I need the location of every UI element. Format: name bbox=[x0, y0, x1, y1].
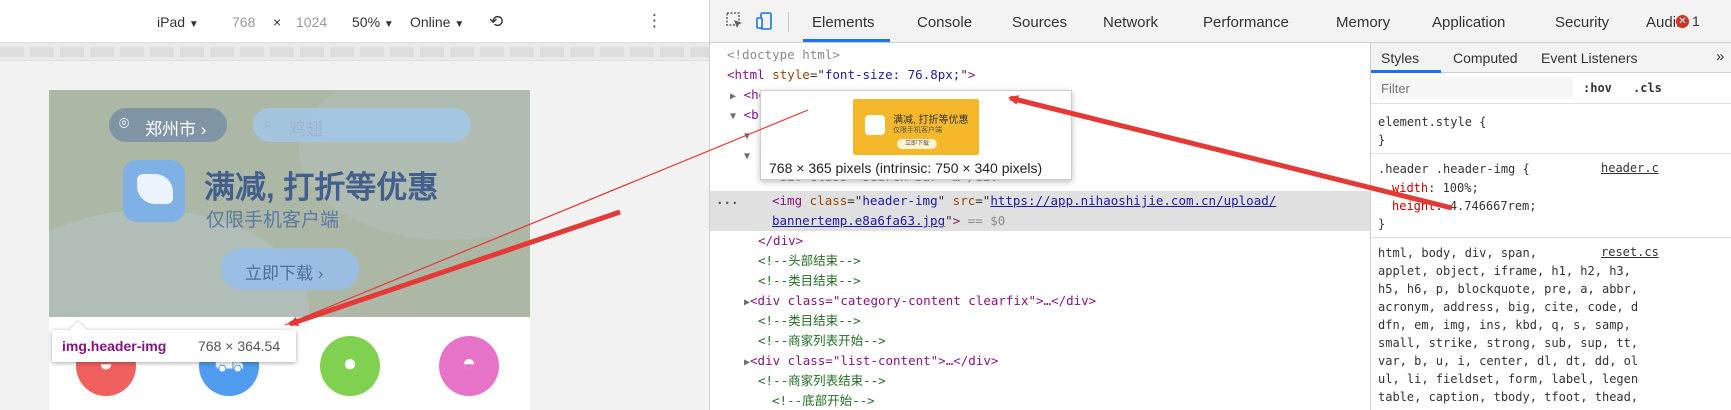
tab-security[interactable]: Security bbox=[1555, 14, 1609, 31]
more-options-icon[interactable]: ⋮ bbox=[646, 11, 663, 31]
comment-node[interactable]: <!--底部开始--> bbox=[772, 391, 875, 410]
banner-subtitle: 仅限手机客户端 bbox=[206, 210, 340, 231]
error-count-badge[interactable]: ✕ 1 bbox=[1676, 13, 1700, 31]
header-css-source-link[interactable]: header.c bbox=[1601, 161, 1659, 175]
reset-selector-line: html, body, div, span, bbox=[1378, 246, 1537, 260]
inspect-element-icon[interactable] bbox=[726, 12, 744, 30]
img-src-link[interactable]: bannertemp.e8a6fa63.jpg bbox=[772, 213, 945, 228]
tab-console[interactable]: Console bbox=[917, 14, 972, 31]
reset-selector-line: dfn, em, img, ins, kbd, q, s, samp, bbox=[1378, 318, 1631, 332]
header-img-selector[interactable]: .header .header-img { bbox=[1378, 160, 1530, 178]
comment-node[interactable]: <!--类目结束--> bbox=[758, 271, 861, 291]
tab-elements[interactable]: Elements bbox=[812, 14, 875, 31]
error-icon: ✕ bbox=[1676, 15, 1689, 28]
class-toggle[interactable]: .cls bbox=[1633, 81, 1662, 95]
preview-thumbnail: 满减, 打折等优惠 仅限手机客户端 立即下载 bbox=[853, 99, 979, 155]
div-close[interactable]: </div> bbox=[758, 231, 803, 251]
more-tabs-icon[interactable]: » bbox=[1716, 48, 1724, 65]
width-declaration[interactable]: width: 100%; bbox=[1392, 179, 1479, 197]
filter-row: :hov .cls bbox=[1371, 73, 1731, 104]
element-size-tooltip: img.header-img 768 × 364.54 bbox=[52, 321, 296, 362]
tab-application[interactable]: Application bbox=[1432, 14, 1505, 31]
throttle-select[interactable]: Online ▼ bbox=[410, 14, 464, 30]
devtools-tabbar: Elements Console Sources Network Perform… bbox=[710, 0, 1731, 43]
chevron-down-icon: ▼ bbox=[188, 19, 199, 30]
chevron-down-icon: ▼ bbox=[383, 19, 394, 30]
doctype-line: <!doctype html> bbox=[727, 47, 840, 62]
rotate-icon[interactable]: ⟲ bbox=[489, 12, 503, 32]
location-pin-icon: ⌾ bbox=[119, 114, 130, 133]
apple-icon: ● bbox=[342, 350, 358, 377]
chevron-down-icon: ▼ bbox=[454, 19, 465, 30]
city-selector[interactable]: ⌾ 郑州市 › bbox=[109, 108, 227, 142]
app-logo-icon bbox=[123, 160, 185, 222]
devtools-window: Elements Console Sources Network Perform… bbox=[710, 0, 1731, 410]
category-icon-fruit[interactable]: ● bbox=[320, 336, 380, 396]
banner-title: 满减, 打折等优惠 bbox=[204, 170, 439, 205]
img-src-link[interactable]: https://app.nihaoshijie.com.cn/upload/ bbox=[990, 193, 1276, 208]
comment-node[interactable]: <!--商家列表结束--> bbox=[758, 371, 886, 391]
height-input[interactable]: 1024 bbox=[296, 14, 327, 30]
reset-selector-line: small, strike, strong, sub, sup, tt, bbox=[1378, 336, 1639, 350]
search-placeholder: 鸡翅 bbox=[289, 120, 323, 139]
search-icon: ⌕ bbox=[263, 114, 273, 133]
reset-selector-line: var, b, u, i, center, dl, dt, dd, ol bbox=[1378, 354, 1639, 368]
search-bar[interactable]: ⌕ 鸡翅 bbox=[253, 108, 471, 142]
reset-selector-line: h5, h6, p, blockquote, pre, a, abbr, bbox=[1378, 282, 1639, 296]
image-preview-popover: 满减, 打折等优惠 仅限手机客户端 立即下载 768 × 365 pixels … bbox=[760, 90, 1072, 180]
device-toggle-icon[interactable] bbox=[756, 12, 774, 30]
tab-event-listeners[interactable]: Event Listeners bbox=[1541, 50, 1638, 66]
list-content-node[interactable]: ▶<div class="list-content">…</div> bbox=[744, 351, 998, 371]
tree-toggle[interactable]: ▼ bbox=[744, 125, 750, 145]
tab-computed[interactable]: Computed bbox=[1453, 50, 1518, 66]
tab-styles[interactable]: Styles bbox=[1381, 50, 1419, 66]
comment-node[interactable]: <!--头部结束--> bbox=[758, 251, 861, 271]
styles-sidebar: Styles Computed Event Listeners » :hov .… bbox=[1370, 43, 1731, 410]
comment-node[interactable]: <!--类目结束--> bbox=[758, 311, 861, 331]
height-declaration[interactable]: height: 4.746667rem; bbox=[1392, 197, 1537, 215]
html-node[interactable]: <html style="font-size: 76.8px;"> bbox=[727, 65, 975, 85]
tree-toggle[interactable]: ▼ bbox=[744, 145, 750, 165]
width-input[interactable]: 768 bbox=[232, 14, 255, 30]
tab-network[interactable]: Network bbox=[1103, 14, 1158, 31]
element-style-rule[interactable]: element.style { bbox=[1378, 113, 1486, 131]
media-query-ruler[interactable] bbox=[0, 43, 709, 61]
times-sign: × bbox=[273, 14, 282, 30]
comment-node[interactable]: <!--商家列表开始--> bbox=[758, 331, 886, 351]
node-actions-icon[interactable]: ··· bbox=[716, 195, 739, 210]
reset-css-source-link[interactable]: reset.cs bbox=[1601, 245, 1659, 259]
reset-selector-line: ul, li, fieldset, form, label, legen bbox=[1378, 372, 1639, 386]
reset-selector-line: acronym, address, big, cite, code, d bbox=[1378, 300, 1639, 314]
tab-sources[interactable]: Sources bbox=[1012, 14, 1067, 31]
cup-icon: ◓ bbox=[461, 350, 477, 377]
zoom-select[interactable]: 50% ▼ bbox=[352, 14, 394, 30]
tab-performance[interactable]: Performance bbox=[1203, 14, 1289, 31]
tab-memory[interactable]: Memory bbox=[1336, 14, 1390, 31]
device-viewport: ⌾ 郑州市 › ⌕ 鸡翅 满减, 打折等优惠 仅限手机客户端 立即下载 › ◒ … bbox=[49, 90, 530, 410]
reset-selector-line: table, caption, tbody, tfoot, thead, bbox=[1378, 390, 1639, 404]
hover-state-toggle[interactable]: :hov bbox=[1583, 81, 1612, 95]
reset-selector-line: applet, object, iframe, h1, h2, h3, bbox=[1378, 264, 1631, 278]
device-toolbar: iPad ▼ 768 × 1024 50% ▼ Online ▼ ⟲ ⋮ bbox=[0, 0, 709, 43]
styles-tabbar: Styles Computed Event Listeners » bbox=[1371, 43, 1731, 73]
styles-filter-input[interactable] bbox=[1377, 77, 1573, 99]
category-icon-drinks[interactable]: ◓ bbox=[439, 336, 499, 396]
img-node-cont[interactable]: bannertemp.e8a6fa63.jpg"> == $0 bbox=[772, 211, 1005, 231]
device-emulation-pane: iPad ▼ 768 × 1024 50% ▼ Online ▼ ⟲ ⋮ ⌾ 郑… bbox=[0, 0, 710, 410]
category-node[interactable]: ▶<div class="category-content clearfix">… bbox=[744, 291, 1096, 311]
body-node[interactable]: ▼ <b bbox=[730, 105, 759, 125]
download-button[interactable]: 立即下载 › bbox=[221, 248, 359, 290]
preview-dimensions: 768 × 365 pixels (intrinsic: 750 × 340 p… bbox=[769, 160, 1043, 176]
tooltip-tag: img.header-img bbox=[62, 338, 167, 354]
tooltip-size: 768 × 364.54 bbox=[198, 338, 281, 354]
app-logo-icon bbox=[865, 115, 885, 135]
device-select[interactable]: iPad ▼ bbox=[157, 14, 199, 30]
img-node[interactable]: <img class="header-img" src="https://app… bbox=[772, 191, 1276, 211]
